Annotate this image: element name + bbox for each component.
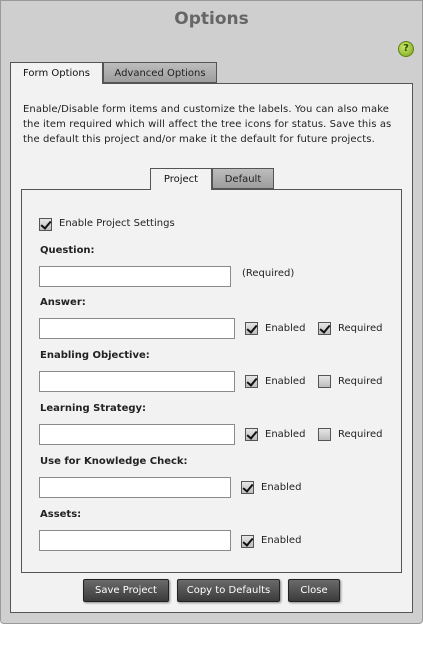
answer-enabled-label: Enabled bbox=[265, 323, 306, 334]
assets-label: Assets: bbox=[40, 509, 82, 520]
tab-form-options[interactable]: Form Options bbox=[10, 62, 103, 84]
learning-strategy-label: Learning Strategy: bbox=[40, 403, 147, 414]
answer-required-label: Required bbox=[338, 323, 383, 334]
enabling-objective-required-label: Required bbox=[338, 376, 383, 387]
subtab-project[interactable]: Project bbox=[150, 168, 212, 190]
learning-strategy-required-checkbox[interactable] bbox=[318, 428, 331, 441]
assets-enabled-label: Enabled bbox=[261, 535, 302, 546]
description-text: Enable/Disable form items and customize … bbox=[23, 104, 392, 145]
answer-input[interactable] bbox=[39, 318, 235, 339]
question-label: Question: bbox=[40, 245, 95, 256]
subtab-default[interactable]: Default bbox=[212, 168, 274, 189]
enable-project-settings-label: Enable Project Settings bbox=[59, 218, 175, 229]
knowledge-check-input[interactable] bbox=[39, 477, 231, 498]
learning-strategy-input[interactable] bbox=[39, 424, 235, 445]
assets-input[interactable] bbox=[39, 530, 231, 551]
knowledge-check-enabled-label: Enabled bbox=[261, 482, 302, 493]
enabling-objective-enabled-checkbox[interactable] bbox=[245, 375, 258, 388]
question-required-note: (Required) bbox=[242, 268, 295, 279]
knowledge-check-label: Use for Knowledge Check: bbox=[40, 456, 188, 467]
answer-label: Answer: bbox=[40, 297, 86, 308]
enabling-objective-label: Enabling Objective: bbox=[40, 350, 150, 361]
tab-advanced-options[interactable]: Advanced Options bbox=[103, 62, 217, 83]
enabling-objective-required-checkbox[interactable] bbox=[318, 375, 331, 388]
knowledge-check-enabled-checkbox[interactable] bbox=[241, 481, 254, 494]
save-project-button[interactable]: Save Project bbox=[83, 579, 169, 602]
question-input[interactable] bbox=[39, 266, 231, 287]
enabling-objective-input[interactable] bbox=[39, 371, 235, 392]
close-button[interactable]: Close bbox=[288, 579, 340, 602]
answer-enabled-checkbox[interactable] bbox=[245, 322, 258, 335]
learning-strategy-enabled-checkbox[interactable] bbox=[245, 428, 258, 441]
copy-to-defaults-button[interactable]: Copy to Defaults bbox=[177, 579, 280, 602]
help-icon[interactable]: ? bbox=[398, 41, 414, 57]
dialog-title: Options bbox=[174, 9, 249, 29]
assets-enabled-checkbox[interactable] bbox=[241, 535, 254, 548]
enable-project-settings-checkbox[interactable] bbox=[39, 218, 52, 231]
learning-strategy-enabled-label: Enabled bbox=[265, 429, 306, 440]
answer-required-checkbox[interactable] bbox=[318, 322, 331, 335]
enabling-objective-enabled-label: Enabled bbox=[265, 376, 306, 387]
learning-strategy-required-label: Required bbox=[338, 429, 383, 440]
